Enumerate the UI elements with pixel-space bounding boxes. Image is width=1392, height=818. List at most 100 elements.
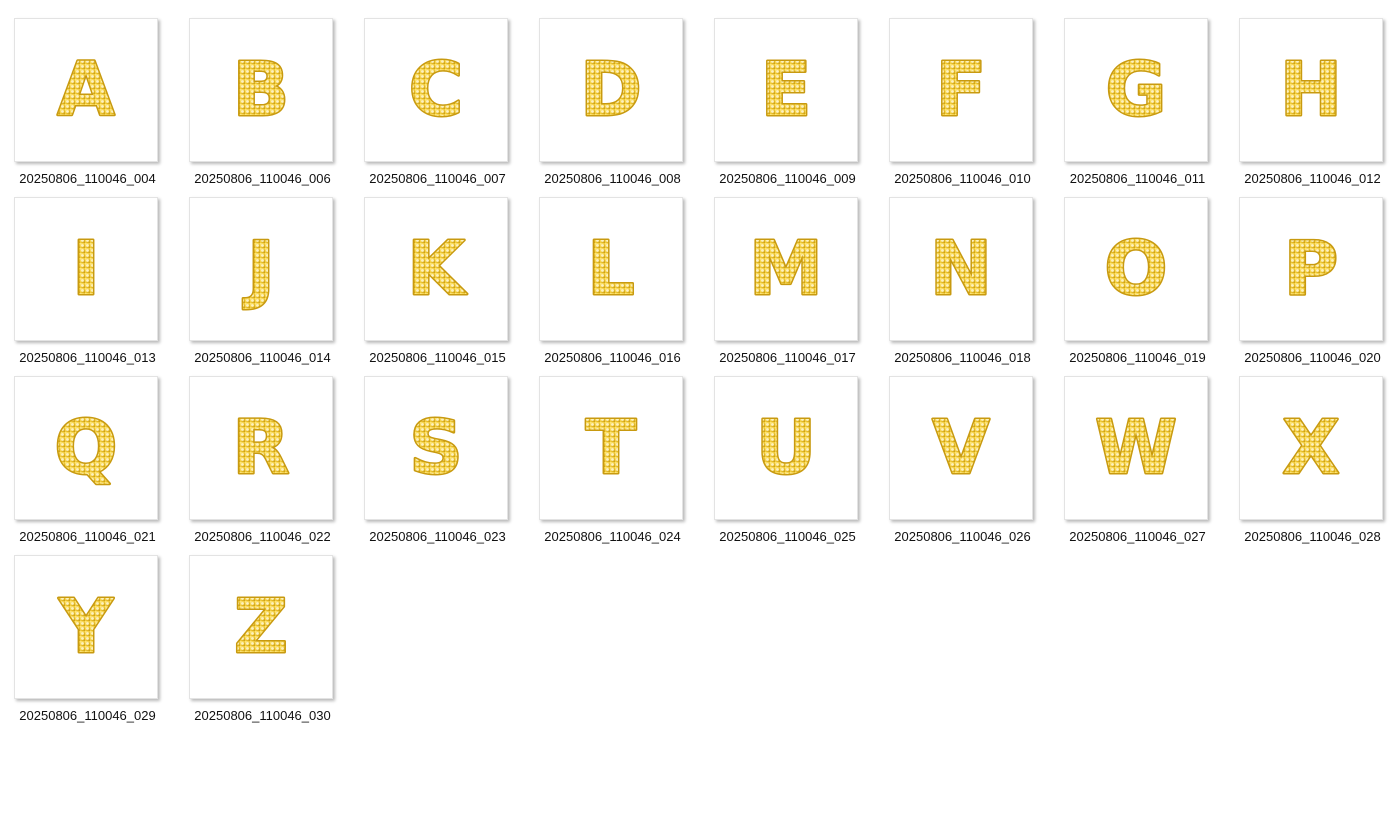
file-item[interactable]: F 20250806_110046_010 [875,0,1050,186]
file-thumbnail[interactable]: U [714,376,858,520]
file-item[interactable]: H 20250806_110046_012 [1225,0,1392,186]
gold-letter-image: M [748,225,825,314]
file-item[interactable]: J 20250806_110046_014 [175,179,350,365]
letter-glyph: W [1095,405,1177,491]
file-item[interactable]: E 20250806_110046_009 [700,0,875,186]
letter-glyph: X [1282,405,1339,491]
file-name-label[interactable]: 20250806_110046_030 [175,708,350,724]
file-thumbnail[interactable]: I [14,197,158,341]
file-thumbnail[interactable]: K [364,197,508,341]
file-thumbnail[interactable]: X [1239,376,1383,520]
file-name-label[interactable]: 20250806_110046_026 [875,529,1050,545]
gold-letter-image: G [1104,46,1168,135]
letter-glyph: Y [58,584,114,670]
file-thumbnail[interactable]: C [364,18,508,162]
file-item[interactable]: K 20250806_110046_015 [350,179,525,365]
file-thumbnail[interactable]: G [1064,18,1208,162]
file-item[interactable]: Q 20250806_110046_021 [0,358,175,544]
file-thumbnail[interactable]: Y [14,555,158,699]
file-item[interactable]: N 20250806_110046_018 [875,179,1050,365]
file-thumbnail[interactable]: T [539,376,683,520]
file-thumbnail[interactable]: O [1064,197,1208,341]
file-name-label[interactable]: 20250806_110046_023 [350,529,525,545]
file-thumbnail[interactable]: W [1064,376,1208,520]
file-thumbnail[interactable]: Q [14,376,158,520]
file-thumbnail[interactable]: F [889,18,1033,162]
file-item[interactable]: V 20250806_110046_026 [875,358,1050,544]
file-name-label[interactable]: 20250806_110046_029 [0,708,175,724]
file-thumbnail[interactable]: R [189,376,333,520]
file-item[interactable]: R 20250806_110046_022 [175,358,350,544]
gold-letter-image: W [1094,404,1179,493]
gold-letter-image: I [71,225,102,314]
file-item[interactable]: W 20250806_110046_027 [1050,358,1225,544]
letter-glyph: H [1280,47,1342,133]
file-name-label[interactable]: 20250806_110046_024 [525,529,700,545]
file-item[interactable]: X 20250806_110046_028 [1225,358,1392,544]
file-item[interactable]: M 20250806_110046_017 [700,179,875,365]
file-item[interactable]: B 20250806_110046_006 [175,0,350,186]
gold-letter-image: R [231,404,291,493]
file-name-label[interactable]: 20250806_110046_028 [1225,529,1392,545]
file-item[interactable]: Z 20250806_110046_030 [175,537,350,723]
file-thumbnail[interactable]: N [889,197,1033,341]
letter-glyph: T [586,405,637,491]
file-thumbnail[interactable]: H [1239,18,1383,162]
gold-letter-image: Z [233,583,290,672]
letter-glyph: F [936,47,987,133]
file-item[interactable]: O 20250806_110046_019 [1050,179,1225,365]
letter-glyph: B [233,47,289,133]
gold-letter-image: E [759,46,813,135]
file-item[interactable]: P 20250806_110046_020 [1225,179,1392,365]
file-name-label[interactable]: 20250806_110046_027 [1050,529,1225,545]
letter-glyph: L [587,226,634,312]
file-item[interactable]: A 20250806_110046_004 [0,0,175,186]
file-thumbnail[interactable]: Z [189,555,333,699]
file-thumbnail[interactable]: J [189,197,333,341]
file-thumbnail[interactable]: L [539,197,683,341]
gold-letter-image: P [1282,225,1339,314]
file-item[interactable]: Y 20250806_110046_029 [0,537,175,723]
file-name-label[interactable]: 20250806_110046_025 [700,529,875,545]
letter-glyph: Z [234,584,288,670]
gold-letter-image: U [754,404,817,493]
file-item[interactable]: D 20250806_110046_008 [525,0,700,186]
gold-letter-image: F [934,46,988,135]
file-thumbnail[interactable]: E [714,18,858,162]
letter-glyph: O [1105,226,1168,312]
letter-glyph: S [409,405,462,491]
gold-letter-image: C [407,46,464,135]
file-thumbnail[interactable]: A [14,18,158,162]
letter-glyph: G [1106,47,1167,133]
gold-letter-image: N [929,225,994,314]
gold-letter-image: D [579,46,643,135]
file-item[interactable]: G 20250806_110046_011 [1050,0,1225,186]
gold-letter-image: B [231,46,290,135]
file-thumbnail[interactable]: V [889,376,1033,520]
letter-glyph: V [932,405,989,491]
letter-glyph: Q [55,405,118,491]
file-thumbnail[interactable]: D [539,18,683,162]
gold-letter-image: L [586,225,636,314]
file-thumbnail[interactable]: P [1239,197,1383,341]
letter-glyph: I [72,226,100,312]
letter-glyph: E [761,47,812,133]
file-item[interactable]: L 20250806_110046_016 [525,179,700,365]
file-thumbnail[interactable]: S [364,376,508,520]
letter-glyph: K [407,226,467,312]
letter-glyph: U [756,405,816,491]
letter-glyph: C [409,47,463,133]
file-grid: A 20250806_110046_004 B 20250806_110046_006… [0,0,1392,818]
file-thumbnail[interactable]: B [189,18,333,162]
letter-glyph: A [57,47,114,133]
file-item[interactable]: I 20250806_110046_013 [0,179,175,365]
file-item[interactable]: S 20250806_110046_023 [350,358,525,544]
gold-letter-image: Q [53,404,119,493]
gold-letter-image: A [56,46,116,135]
file-item[interactable]: T 20250806_110046_024 [525,358,700,544]
letter-glyph: N [930,226,992,312]
file-item[interactable]: U 20250806_110046_025 [700,358,875,544]
letter-glyph: P [1284,226,1338,312]
file-item[interactable]: C 20250806_110046_007 [350,0,525,186]
file-thumbnail[interactable]: M [714,197,858,341]
